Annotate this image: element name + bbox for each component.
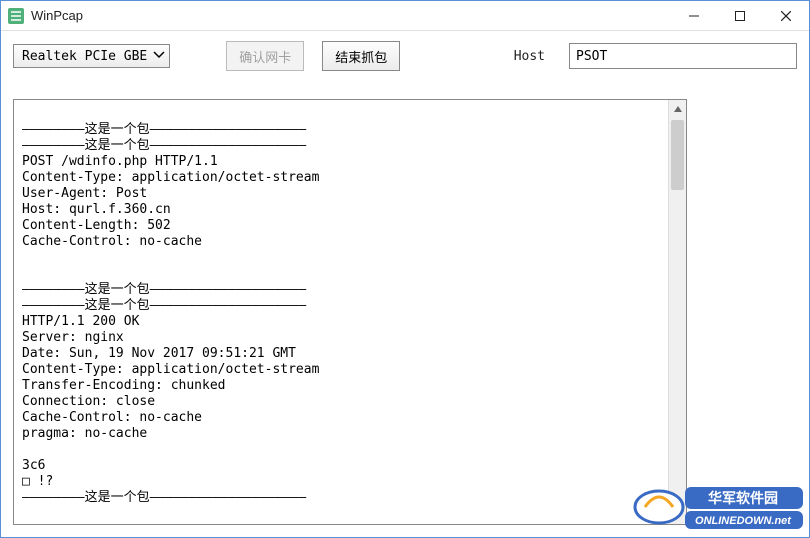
host-label: Host <box>514 49 551 64</box>
nic-dropdown[interactable]: Realtek PCIe GBE <box>13 44 170 68</box>
scroll-up-arrow-icon[interactable] <box>669 100 686 118</box>
host-input[interactable] <box>569 43 797 69</box>
nic-selected-text: Realtek PCIe GBE <box>22 49 147 64</box>
close-button[interactable] <box>763 1 809 30</box>
packet-output-panel: ————————这是一个包———————————————————— ——————… <box>13 99 687 525</box>
minimize-button[interactable] <box>671 1 717 30</box>
vertical-scrollbar[interactable] <box>668 100 686 524</box>
window-controls <box>671 1 809 30</box>
toolbar: Realtek PCIe GBE 确认网卡 结束抓包 Host <box>1 31 809 79</box>
maximize-button[interactable] <box>717 1 763 30</box>
scroll-down-arrow-icon[interactable] <box>669 506 686 524</box>
packet-output-text[interactable]: ————————这是一个包———————————————————— ——————… <box>14 100 668 524</box>
window-title: WinPcap <box>31 8 83 23</box>
chevron-down-icon <box>153 51 165 62</box>
app-icon <box>7 7 25 25</box>
scroll-thumb[interactable] <box>671 120 684 190</box>
titlebar: WinPcap <box>1 1 809 31</box>
confirm-nic-button: 确认网卡 <box>226 41 304 71</box>
stop-capture-button[interactable]: 结束抓包 <box>322 41 400 71</box>
watermark-line1: 华军软件园 <box>708 490 778 507</box>
watermark-line2: ONLINEDOWN.net <box>695 515 792 527</box>
